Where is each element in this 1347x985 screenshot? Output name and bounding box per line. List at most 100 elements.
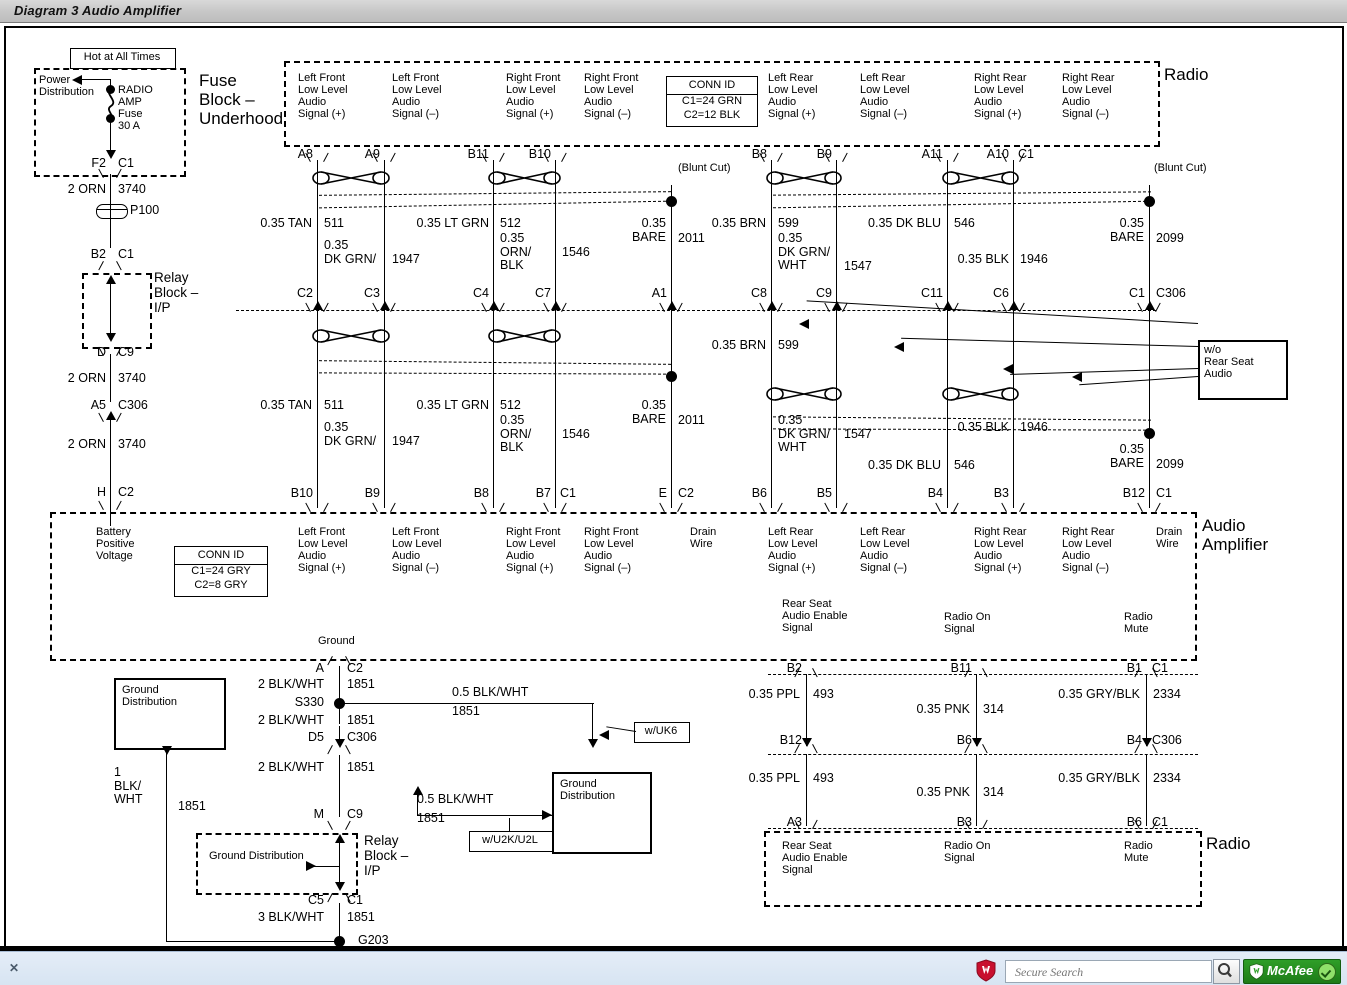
ctrl-spec-0: 0.35 PPL bbox=[716, 688, 800, 702]
ctrl-conn-c1-top: C1 bbox=[1152, 662, 1168, 676]
radio-header-4: Left Rear Low Level Audio Signal (+) bbox=[768, 72, 818, 120]
ctrl-conn-c1-bot: C1 bbox=[1152, 816, 1168, 830]
twisted-pair-icon-7 bbox=[766, 383, 842, 405]
twisted-pair-icon-6 bbox=[488, 325, 561, 347]
mcafee-badge-shield-icon bbox=[1248, 963, 1265, 980]
search-input-wrapper[interactable] bbox=[1005, 960, 1212, 983]
amp-conn-c1-right: C1 bbox=[1156, 487, 1172, 501]
audio-amplifier-label: Audio Amplifier bbox=[1202, 516, 1268, 554]
lower-spec-0: 0.35 TAN bbox=[232, 399, 312, 413]
p100-label: P100 bbox=[130, 204, 159, 218]
lower-spec-3: 0.35 ORN/ BLK bbox=[500, 414, 531, 455]
radio-pin-b9: B9 bbox=[790, 148, 832, 162]
power-circuit-2: 3740 bbox=[118, 372, 146, 386]
mid-pin-c11: C11 bbox=[901, 287, 943, 301]
lower-circuit-6: 1547 bbox=[844, 428, 872, 442]
gnd-conn-c9: C9 bbox=[347, 808, 363, 822]
wo-rear-seat-audio-label: w/o Rear Seat Audio bbox=[1204, 344, 1254, 380]
twisted-pair-icon-5 bbox=[312, 325, 390, 347]
radio-bottom-label-0: Rear Seat Audio Enable Signal bbox=[782, 840, 847, 876]
amp-conn-id-title: CONN ID bbox=[175, 549, 267, 561]
mid-pin-a1: A1 bbox=[625, 287, 667, 301]
gnd-pin-d5: D5 bbox=[276, 731, 324, 745]
ground-distribution-box-2-label: Ground Distribution bbox=[560, 778, 615, 802]
amp-header-8: Right Rear Low Level Audio Signal (+) bbox=[974, 526, 1027, 574]
upper-circuit-3: 1546 bbox=[562, 246, 590, 260]
radio-header-0: Left Front Low Level Audio Signal (+) bbox=[298, 72, 348, 120]
ctrl-pin-b6: B6 bbox=[922, 734, 972, 748]
amp-header-10: Drain Wire bbox=[1156, 526, 1182, 550]
ctrl-circ-1: 314 bbox=[983, 703, 1004, 717]
upper-circuit-8: 1946 bbox=[1020, 253, 1048, 267]
hot-at-all-times-label: Hot at All Times bbox=[70, 51, 174, 63]
upper-spec-0: 0.35 TAN bbox=[232, 217, 312, 231]
mcafee-badge[interactable]: McAfee bbox=[1243, 959, 1341, 984]
radio-bottom-label-2: Radio Mute bbox=[1124, 840, 1153, 864]
radio-bottom-label-1: Radio On Signal bbox=[944, 840, 990, 864]
relay-block-ip-outline-2 bbox=[196, 833, 358, 895]
mcafee-brand-label: McAfee bbox=[1267, 963, 1313, 978]
lower-spec-8: 0.35 BLK bbox=[921, 421, 1009, 435]
radio-conn-id-title: CONN ID bbox=[667, 79, 757, 91]
amp-header-9: Right Rear Low Level Audio Signal (–) bbox=[1062, 526, 1115, 574]
gnd-w2-spec: 2 BLK/WHT bbox=[234, 714, 324, 728]
upper-spec-6: 0.35 DK GRN/ WHT bbox=[778, 232, 830, 273]
amp-pin-b3: B3 bbox=[961, 487, 1009, 501]
radio-pin-a11: A11 bbox=[901, 148, 943, 162]
lower-circuit-4: 2011 bbox=[678, 414, 705, 428]
amp-pin-b6: B6 bbox=[719, 487, 767, 501]
amp-pin-b5: B5 bbox=[784, 487, 832, 501]
amp-conn-id-row-1: C2=8 GRY bbox=[175, 579, 267, 591]
amp-header-5: Drain Wire bbox=[690, 526, 716, 550]
power-conn-c2: C2 bbox=[118, 486, 134, 500]
lower-spec-1: 0.35 DK GRN/ bbox=[324, 421, 376, 448]
ground-label: Ground bbox=[318, 635, 355, 647]
ctrl-pin-b11: B11 bbox=[928, 662, 972, 676]
w-u2k-u2l-label: w/U2K/U2L bbox=[469, 834, 551, 846]
power-distribution-label: Power Distribution bbox=[39, 74, 94, 98]
close-icon[interactable]: ✕ bbox=[9, 961, 19, 975]
lower-circuit-3: 1546 bbox=[562, 428, 590, 442]
ctrl-pin-b2: B2 bbox=[758, 662, 802, 676]
gnd-left-spec: 1 BLK/ WHT bbox=[114, 766, 142, 807]
amp-header-1: Left Front Low Level Audio Signal (+) bbox=[298, 526, 348, 574]
radio-pin-c1-top: C1 bbox=[1018, 148, 1034, 162]
ctrl-pin-b3: B3 bbox=[928, 816, 972, 830]
gnd-branch1-spec: 0.5 BLK/WHT bbox=[452, 686, 528, 700]
lower-circuit-2: 512 bbox=[500, 399, 521, 413]
lower-spec-2: 0.35 LT GRN bbox=[401, 399, 489, 413]
power-spec-1: 2 ORN bbox=[26, 183, 106, 197]
power-spec-2: 2 ORN bbox=[26, 372, 106, 386]
upper-circuit-1: 1947 bbox=[392, 253, 420, 267]
radio-pin-b11: B11 bbox=[447, 148, 489, 162]
lower-spec-5: 0.35 BRN bbox=[686, 339, 766, 353]
ctrl-circ-2: 2334 bbox=[1153, 688, 1181, 702]
amp-header-0: Battery Positive Voltage bbox=[96, 526, 135, 562]
upper-circuit-9: 2099 bbox=[1156, 232, 1184, 246]
upper-circuit-7: 546 bbox=[954, 217, 975, 231]
gnd-w4-circ: 1851 bbox=[347, 911, 375, 925]
mid-pin-c7: C7 bbox=[509, 287, 551, 301]
lower-circuit-8: 1946 bbox=[1020, 421, 1048, 435]
search-button[interactable] bbox=[1213, 959, 1240, 984]
fuse-block-label: Fuse Block – Underhood bbox=[199, 71, 283, 128]
amp-pin-e: E bbox=[619, 487, 667, 501]
amp-pin-b7: B7 bbox=[503, 487, 551, 501]
gnd-conn-c1: C1 bbox=[347, 894, 363, 908]
upper-circuit-6: 1547 bbox=[844, 260, 872, 274]
lower-spec-4: 0.35 BARE bbox=[596, 399, 666, 426]
amp-header-3: Right Front Low Level Audio Signal (+) bbox=[506, 526, 560, 574]
power-pin-h: H bbox=[56, 486, 106, 500]
blunt-cut-label-right: (Blunt Cut) bbox=[1154, 162, 1207, 174]
radio-pin-a8: A8 bbox=[271, 148, 313, 162]
mcafee-check-icon bbox=[1318, 963, 1336, 981]
gnd-conn-c306: C306 bbox=[347, 731, 377, 745]
ctrl-pin-a3: A3 bbox=[758, 816, 802, 830]
power-circuit-1: 3740 bbox=[118, 183, 146, 197]
twisted-pair-icon-3 bbox=[766, 167, 842, 189]
relay-block-ip-label: Relay Block – I/P bbox=[154, 270, 198, 315]
mid-pin-c6: C6 bbox=[967, 287, 1009, 301]
upper-spec-7: 0.35 DK BLU bbox=[851, 217, 941, 231]
search-input[interactable] bbox=[1013, 964, 1207, 981]
power-conn-c306: C306 bbox=[118, 399, 148, 413]
